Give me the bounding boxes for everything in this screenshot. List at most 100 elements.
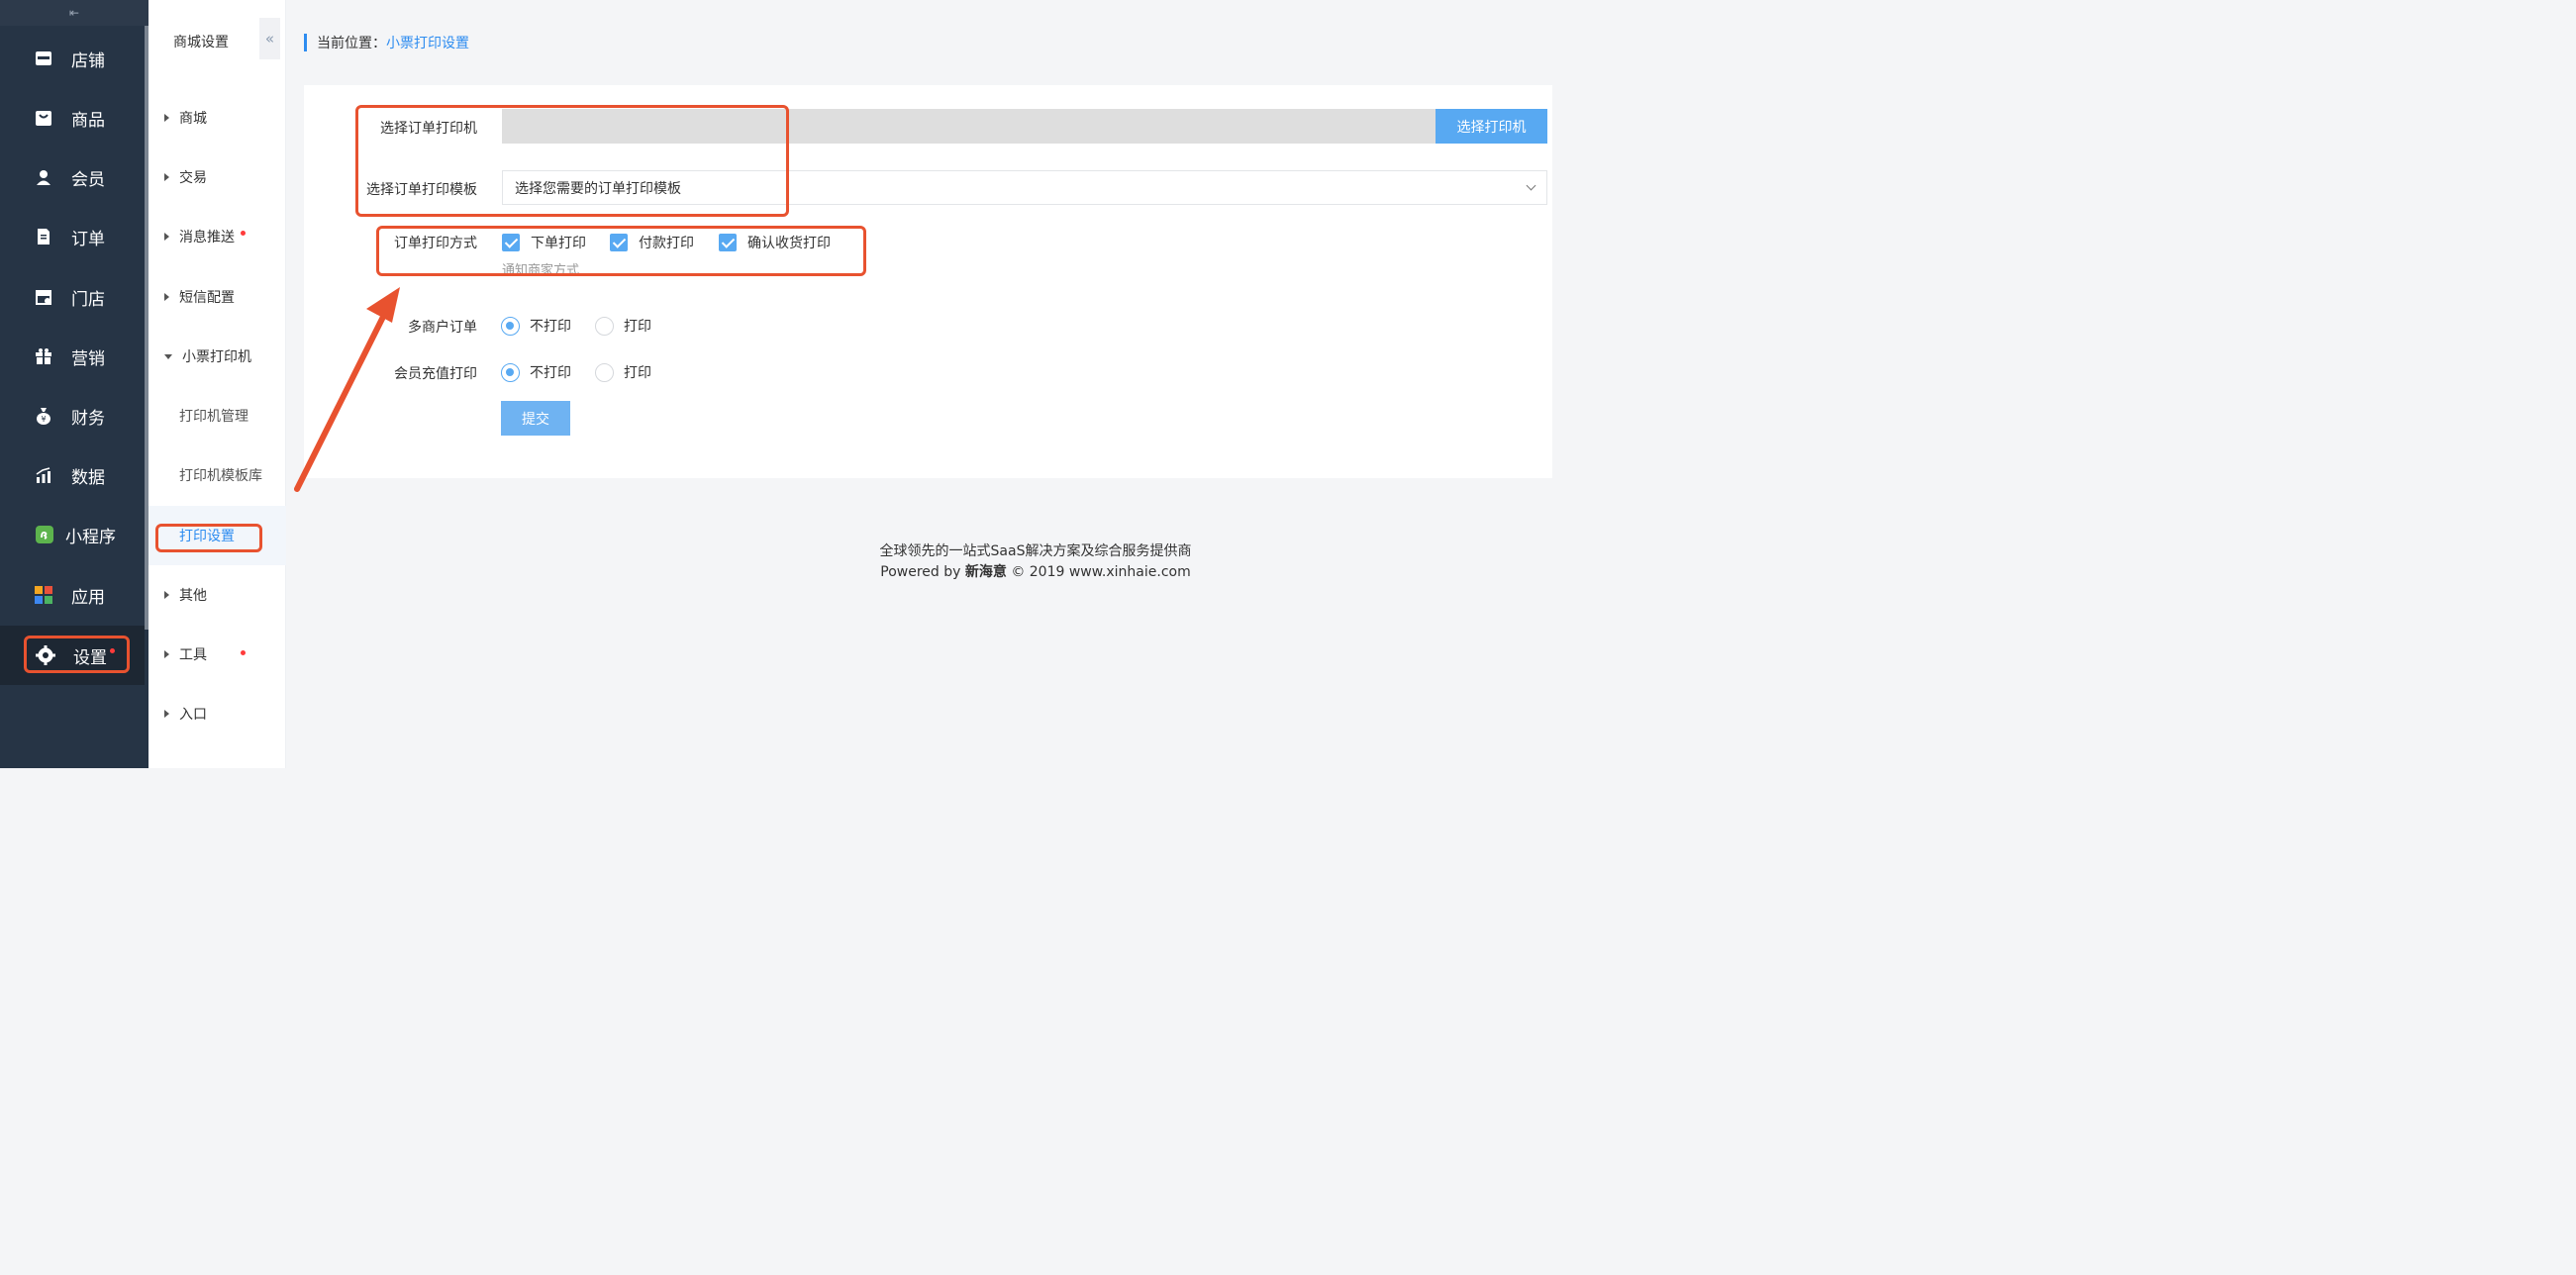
submenu-item-entry[interactable]: 入口 xyxy=(149,684,286,743)
sidebar-item-mini-program[interactable]: 小程序 xyxy=(0,505,145,564)
printer-field[interactable] xyxy=(502,109,1436,144)
sidebar-item-store[interactable]: 店铺 xyxy=(0,29,145,88)
submenu-item-label: 其他 xyxy=(179,588,207,604)
sidebar-item-members[interactable]: 会员 xyxy=(0,147,145,207)
checkbox-payment-print[interactable]: 付款打印 xyxy=(610,233,694,252)
radio-recharge-print[interactable]: 打印 xyxy=(595,362,651,382)
submenu-item-mall[interactable]: 商城 xyxy=(149,88,286,147)
submenu-item-trade[interactable]: 交易 xyxy=(149,147,286,207)
sidebar-item-label: 应用 xyxy=(71,587,105,608)
caret-down-icon xyxy=(164,353,172,359)
caret-right-icon xyxy=(164,710,169,718)
sidebar-item-settings[interactable]: 设置 xyxy=(0,626,145,685)
radio-selected-icon xyxy=(501,362,520,382)
sidebar-item-data[interactable]: 数据 xyxy=(0,445,145,505)
multi-merchant-label: 多商户订单 xyxy=(408,320,477,336)
caret-right-icon xyxy=(164,650,169,658)
checkbox-label: 付款打印 xyxy=(639,236,694,251)
submenu-item-label: 消息推送 xyxy=(179,230,235,245)
checkbox-checked-icon xyxy=(719,234,737,251)
radio-multi-merchant-print[interactable]: 打印 xyxy=(595,316,651,336)
breadcrumb-current[interactable]: 小票打印设置 xyxy=(386,33,469,52)
submenu-item-label: 打印设置 xyxy=(179,529,235,544)
checkbox-receipt-confirm-print[interactable]: 确认收货打印 xyxy=(719,233,831,252)
radio-label: 打印 xyxy=(624,319,651,335)
submenu-item-receipt-printer[interactable]: 小票打印机 xyxy=(149,327,286,386)
caret-right-icon xyxy=(164,293,169,301)
apps-icon xyxy=(35,586,52,604)
sidebar-item-apps[interactable]: 应用 xyxy=(0,565,145,625)
select-printer-button[interactable]: 选择打印机 xyxy=(1436,109,1547,144)
radio-label: 不打印 xyxy=(530,319,571,335)
submenu-item-label: 商城 xyxy=(179,111,207,127)
checkbox-label: 确认收货打印 xyxy=(747,236,831,251)
gear-icon xyxy=(36,645,55,665)
submenu-item-printer-manage[interactable]: 打印机管理 xyxy=(149,386,286,445)
print-method-label: 订单打印方式 xyxy=(394,236,477,251)
collapse-icon: ⇤ xyxy=(68,6,80,20)
radio-label: 打印 xyxy=(624,365,651,381)
submenu-item-label: 小票打印机 xyxy=(182,349,251,365)
bar-chart-icon xyxy=(36,467,50,483)
notification-dot xyxy=(241,650,246,655)
sidebar-item-label: 门店 xyxy=(71,289,105,310)
radio-selected-icon xyxy=(501,316,520,336)
submenu-item-label: 入口 xyxy=(179,707,207,723)
submenu-item-message-push[interactable]: 消息推送 xyxy=(149,207,286,266)
breadcrumb-prefix: 当前位置： xyxy=(317,36,386,51)
submenu-item-tools[interactable]: 工具 xyxy=(149,625,286,684)
submenu-item-other[interactable]: 其他 xyxy=(149,565,286,625)
document-icon xyxy=(38,229,50,245)
sidebar-item-stores[interactable]: 门店 xyxy=(0,267,145,327)
sidebar-item-label: 会员 xyxy=(71,169,105,190)
checkbox-checked-icon xyxy=(610,234,628,251)
sidebar-item-label: 商品 xyxy=(71,110,105,131)
footer-prefix: Powered by xyxy=(880,564,961,580)
svg-text:¥: ¥ xyxy=(41,415,46,424)
settings-submenu: 商城设置 商城 交易 消息推送 短信配置 小票打印机 打印机管理 打印机模板库 … xyxy=(149,0,286,768)
notification-dot xyxy=(241,231,246,236)
template-select-value: 选择您需要的订单打印模板 xyxy=(515,180,681,197)
footer-powered-by: Powered by 新海意 © 2019 www.xinhaie.com xyxy=(693,561,1378,581)
shopping-bag-icon xyxy=(36,111,51,126)
checkbox-checked-icon xyxy=(502,234,520,251)
submit-button[interactable]: 提交 xyxy=(501,401,570,436)
footer-tagline: 全球领先的一站式SaaS解决方案及综合服务提供商 xyxy=(879,543,1192,559)
sidebar-collapse-toggle[interactable]: ⇤ xyxy=(0,0,149,26)
checkbox-order-print[interactable]: 下单打印 xyxy=(502,233,586,252)
mini-program-icon xyxy=(36,526,53,543)
radio-recharge-no-print[interactable]: 不打印 xyxy=(501,362,571,382)
sidebar-item-finance[interactable]: ¥ 财务 xyxy=(0,386,145,445)
submenu-item-template-library[interactable]: 打印机模板库 xyxy=(149,445,286,505)
sidebar-item-label: 设置 xyxy=(73,647,107,668)
notification-dot xyxy=(110,648,115,653)
sidebar-item-label: 财务 xyxy=(71,408,105,429)
settings-panel xyxy=(304,85,1552,478)
submenu-item-label: 打印机管理 xyxy=(179,409,248,425)
radio-label: 不打印 xyxy=(530,365,571,381)
sidebar-item-label: 订单 xyxy=(71,229,105,249)
breadcrumb: 当前位置： 小票打印设置 xyxy=(304,34,469,51)
template-select[interactable]: 选择您需要的订单打印模板 xyxy=(502,170,1547,205)
print-method-hint: 通知商家方式 xyxy=(502,263,580,278)
sidebar-item-label: 店铺 xyxy=(71,50,105,71)
sidebar-item-orders[interactable]: 订单 xyxy=(0,207,145,266)
submenu-item-label: 交易 xyxy=(179,170,207,186)
checkbox-label: 下单打印 xyxy=(531,236,586,251)
radio-multi-merchant-no-print[interactable]: 不打印 xyxy=(501,316,571,336)
radio-unselected-icon xyxy=(595,362,614,382)
sidebar-item-marketing[interactable]: 营销 xyxy=(0,327,145,386)
caret-right-icon xyxy=(164,591,169,599)
submenu-collapse-button[interactable]: « xyxy=(259,18,280,59)
submenu-item-label: 短信配置 xyxy=(179,290,235,306)
sidebar-item-goods[interactable]: 商品 xyxy=(0,88,145,147)
submenu-item-sms[interactable]: 短信配置 xyxy=(149,267,286,327)
money-bag-icon: ¥ xyxy=(37,408,50,425)
caret-right-icon xyxy=(164,114,169,122)
footer-brand: 新海意 xyxy=(964,564,1007,580)
submenu-item-print-settings[interactable]: 打印设置 xyxy=(149,506,286,565)
footer-copyright: © 2019 www.xinhaie.com xyxy=(1011,564,1191,580)
caret-right-icon xyxy=(164,233,169,241)
sidebar-item-label: 小程序 xyxy=(65,527,116,547)
sidebar-item-label: 数据 xyxy=(71,467,105,488)
